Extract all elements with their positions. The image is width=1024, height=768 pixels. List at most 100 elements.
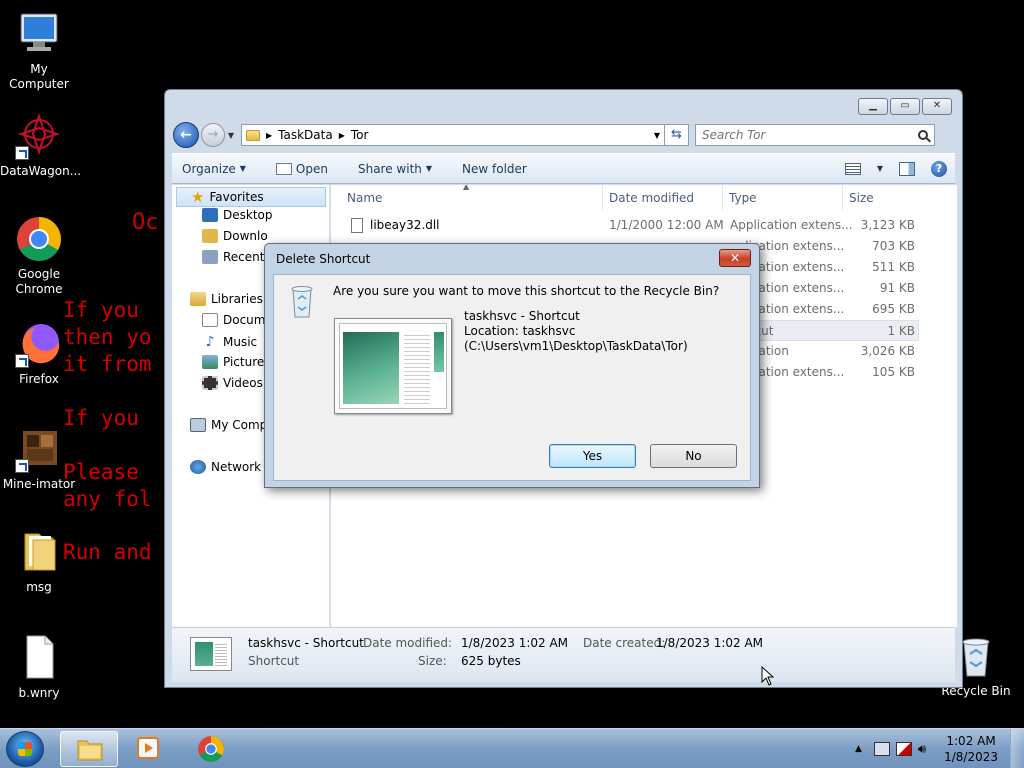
delete-shortcut-dialog[interactable]: Delete Shortcut ✕ Are you sure you want …	[264, 243, 760, 488]
desktop-icon-datawagon[interactable]: DataWagon...	[0, 112, 81, 179]
details-file-kind: Shortcut	[248, 654, 300, 668]
chrome-icon	[197, 735, 225, 762]
share-with-button[interactable]: Share with ▼	[358, 162, 432, 176]
minimize-button[interactable]: ▁	[858, 98, 888, 115]
column-label: Size	[849, 190, 874, 205]
search-icon[interactable]	[918, 130, 928, 140]
details-date-created-label: Date created:	[583, 636, 666, 650]
datawagon-icon	[15, 112, 63, 160]
taskbar-chrome[interactable]	[182, 731, 240, 767]
nav-label: My Comp	[211, 418, 268, 432]
desktop-icon-label: Google Chrome	[15, 267, 63, 296]
file-size: 3,123 KB	[860, 218, 915, 232]
new-folder-button[interactable]: New folder	[462, 162, 527, 176]
command-bar: Organize ▼ Open Share with ▼ New folder ▼ …	[172, 153, 955, 184]
network-tray-icon[interactable]	[873, 742, 890, 756]
file-size: 1 KB	[887, 324, 915, 338]
nav-libraries[interactable]: Libraries	[190, 292, 263, 306]
breadcrumb-separator-icon[interactable]: ▶	[266, 131, 272, 140]
details-size: 625 bytes	[461, 654, 521, 668]
nav-my-computer[interactable]: My Comp	[190, 418, 267, 432]
clock[interactable]: 1:02 AM 1/8/2023	[944, 733, 998, 765]
file-size: 3,026 KB	[860, 344, 915, 358]
dialog-item-name: taskhsvc - Shortcut	[464, 309, 580, 323]
nav-label: Libraries	[211, 292, 263, 306]
file-row[interactable]: libeay32.dll 1/1/2000 12:00 AM Applicati…	[339, 215, 919, 236]
taskbar-explorer[interactable]	[60, 731, 118, 767]
nav-desktop[interactable]: Desktop	[202, 208, 273, 222]
music-icon: ♪	[205, 334, 215, 350]
show-hidden-icons-icon[interactable]: ▲	[855, 744, 862, 754]
mine-imator-icon	[15, 425, 63, 473]
breadcrumb-tor[interactable]: Tor	[351, 128, 369, 142]
shortcut-thumbnail-icon	[190, 637, 232, 671]
breadcrumb-separator-icon[interactable]: ▶	[339, 131, 345, 140]
preview-pane-icon[interactable]	[899, 161, 915, 176]
address-dropdown-icon[interactable]: ▼	[650, 131, 664, 140]
computer-icon	[15, 10, 63, 58]
dialog-title: Delete Shortcut	[276, 252, 371, 266]
volume-icon[interactable]: 🔊︎	[918, 742, 926, 757]
address-bar[interactable]: ▶ TaskData ▶ Tor ▼	[241, 124, 665, 146]
nav-label: Downlo	[223, 229, 268, 243]
column-header-date-modified[interactable]: Date modified	[603, 185, 723, 210]
column-header-type[interactable]: Type	[723, 185, 843, 210]
desktop-icon-google-chrome[interactable]: Google Chrome	[0, 215, 78, 297]
nav-label: Desktop	[223, 208, 273, 222]
column-label: Type	[729, 190, 757, 205]
ransom-text-line: any fol	[63, 487, 152, 511]
start-button[interactable]	[6, 731, 44, 767]
recent-pages-dropdown[interactable]: ▼	[225, 131, 237, 140]
taskbar-media-player[interactable]	[120, 731, 178, 767]
nav-label: Network	[211, 460, 262, 474]
organize-button[interactable]: Organize ▼	[182, 162, 246, 176]
desktop-icon-my-computer[interactable]: My Computer	[0, 10, 78, 92]
help-icon[interactable]: ?	[931, 160, 947, 177]
nav-videos[interactable]: Videos	[202, 376, 263, 390]
forward-button[interactable]: →	[201, 123, 225, 147]
shortcut-arrow-icon	[15, 354, 29, 368]
nav-downloads[interactable]: Downlo	[202, 229, 268, 243]
back-button[interactable]: ←	[173, 122, 199, 148]
search-box[interactable]	[695, 124, 935, 146]
nav-pictures[interactable]: Pictures	[202, 355, 271, 369]
maximize-button[interactable]: ▭	[890, 98, 920, 115]
column-label: Date modified	[609, 190, 695, 205]
mouse-cursor-icon	[761, 665, 775, 686]
desktop-icon-label: msg	[26, 580, 52, 594]
dialog-close-button[interactable]: ✕	[719, 249, 751, 267]
change-view-icon[interactable]	[844, 162, 861, 175]
show-desktop-button[interactable]	[1010, 729, 1024, 768]
column-header-size[interactable]: Size	[843, 185, 923, 210]
desktop-icon	[202, 208, 218, 222]
no-button[interactable]: No	[650, 444, 737, 468]
computer-icon	[190, 418, 206, 432]
column-header-name[interactable]: Name	[341, 185, 603, 210]
new-folder-label: New folder	[462, 161, 527, 176]
chrome-icon	[15, 215, 63, 263]
yes-button[interactable]: Yes	[549, 444, 636, 468]
dialog-item-path: (C:\Users\vm1\Desktop\TaskData\Tor)	[464, 339, 688, 353]
dialog-body: Are you sure you want to move this short…	[273, 274, 751, 481]
nav-network[interactable]: Network	[190, 460, 261, 474]
details-size-label: Size:	[418, 654, 447, 668]
breadcrumb-taskdata[interactable]: TaskData	[278, 128, 333, 142]
nav-label: Videos	[223, 376, 263, 390]
close-button[interactable]: ✕	[922, 98, 952, 115]
organize-label: Organize	[182, 161, 236, 176]
nav-favorites[interactable]: ★ Favorites	[176, 187, 326, 207]
refresh-button[interactable]: ⇆	[665, 124, 689, 146]
window-controls: ▁ ▭ ✕	[858, 98, 952, 115]
details-date-created: 1/8/2023 1:02 AM	[656, 636, 764, 650]
nav-documents[interactable]: Docume	[202, 313, 273, 327]
view-options-dropdown-icon[interactable]: ▼	[877, 164, 883, 173]
ransom-text-line: If you	[63, 298, 139, 322]
nav-music[interactable]: ♪ Music	[202, 334, 258, 350]
open-button[interactable]: Open	[275, 162, 328, 176]
clock-date: 1/8/2023	[944, 750, 998, 764]
action-center-flag-icon[interactable]	[895, 742, 912, 756]
system-tray: ▲ 🔊︎ 1:02 AM 1/8/2023	[855, 729, 1024, 768]
desktop-icon-b-wnry[interactable]: b.wnry	[0, 634, 78, 701]
shortcut-preview-icon	[334, 318, 452, 414]
search-input[interactable]	[702, 128, 902, 142]
